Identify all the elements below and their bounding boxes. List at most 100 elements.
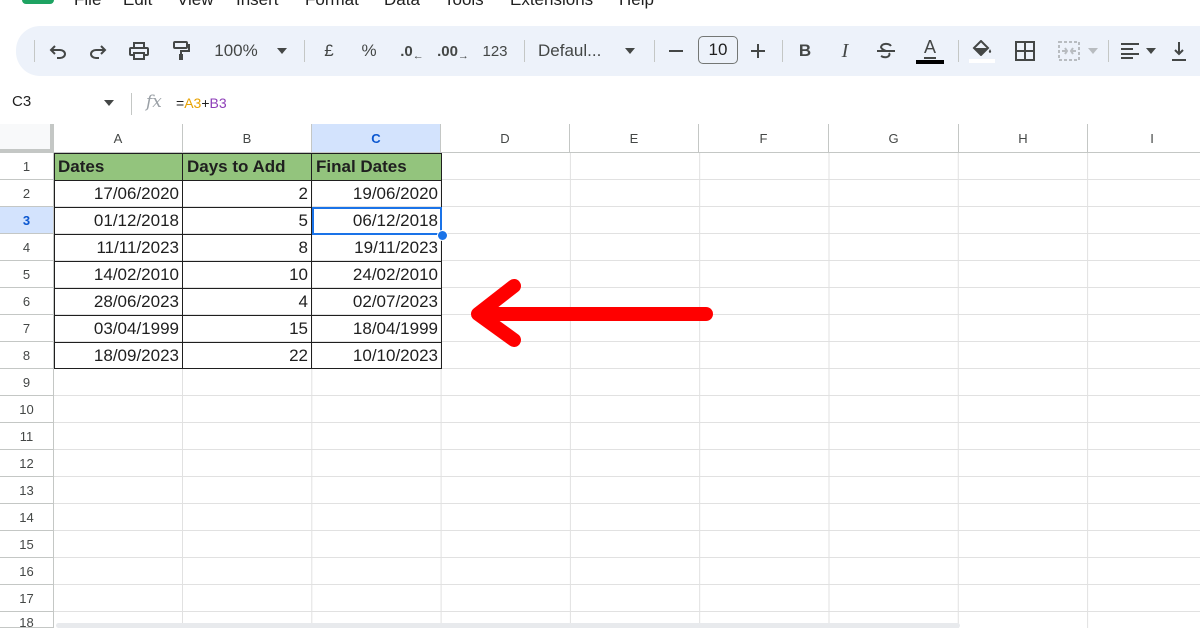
column-header-c[interactable]: C — [312, 124, 441, 153]
formula-operator: + — [201, 95, 210, 111]
cell-b1[interactable]: Days to Add — [183, 153, 312, 180]
menu-format[interactable]: Format — [305, 0, 359, 10]
cell-a6[interactable]: 28/06/2023 — [54, 288, 183, 315]
text-color-button[interactable]: A — [914, 26, 946, 76]
menu-view[interactable]: View — [177, 0, 214, 10]
row-header[interactable]: 12 — [0, 450, 54, 477]
menu-extensions[interactable]: Extensions — [510, 0, 593, 10]
row-header[interactable]: 16 — [0, 558, 54, 585]
menu-edit[interactable]: Edit — [123, 0, 152, 10]
more-formats-button[interactable]: 123 — [479, 26, 511, 76]
chevron-down-icon[interactable] — [104, 100, 114, 106]
row-header[interactable]: 18 — [0, 612, 54, 630]
cell-c7[interactable]: 18/04/1999 — [312, 315, 442, 342]
column-headers: A B C D E F G H I — [0, 124, 1200, 153]
chevron-down-icon[interactable] — [1086, 26, 1100, 76]
increase-decimal-label: .00 — [437, 42, 458, 60]
horizontal-align-icon[interactable] — [1118, 26, 1142, 76]
row-header[interactable]: 7 — [0, 315, 54, 342]
column-header-e[interactable]: E — [570, 124, 699, 153]
print-icon[interactable] — [126, 26, 152, 76]
cell-b4[interactable]: 8 — [183, 234, 312, 261]
currency-format-button[interactable]: £ — [318, 26, 340, 76]
row-header[interactable]: 9 — [0, 369, 54, 396]
borders-icon[interactable] — [1012, 26, 1038, 76]
menu-file[interactable]: File — [74, 0, 101, 10]
merge-cells-icon[interactable] — [1056, 26, 1082, 76]
arrow-right-icon: → — [457, 50, 469, 62]
chevron-down-icon[interactable] — [274, 26, 290, 76]
cell-a5[interactable]: 14/02/2010 — [54, 261, 183, 288]
fill-handle[interactable] — [437, 230, 448, 241]
decrease-decimal-button[interactable]: .0 ← — [397, 26, 427, 76]
cell-a1[interactable]: Dates — [54, 153, 183, 180]
fill-color-icon[interactable] — [968, 26, 996, 76]
cell-a3[interactable]: 01/12/2018 — [54, 207, 183, 234]
cell-a8[interactable]: 18/09/2023 — [54, 342, 183, 369]
cell-c6[interactable]: 02/07/2023 — [312, 288, 442, 315]
menu-help[interactable]: Help — [619, 0, 654, 10]
cell-c1[interactable]: Final Dates — [312, 153, 442, 180]
decrease-font-size-icon[interactable] — [666, 26, 686, 76]
zoom-select[interactable]: 100% — [210, 26, 262, 76]
annotation-arrow-icon — [471, 279, 713, 347]
row-header[interactable]: 15 — [0, 531, 54, 558]
row-header[interactable]: 5 — [0, 261, 54, 288]
row-header[interactable]: 13 — [0, 477, 54, 504]
bold-button[interactable]: B — [794, 26, 816, 76]
row-header[interactable]: 2 — [0, 180, 54, 207]
italic-button[interactable]: I — [834, 26, 856, 76]
undo-icon[interactable] — [46, 26, 70, 76]
column-header-g[interactable]: G — [829, 124, 959, 153]
font-select[interactable]: Defaul... — [538, 26, 614, 76]
text-color-swatch — [916, 60, 944, 64]
row-header[interactable]: 4 — [0, 234, 54, 261]
cell-b7[interactable]: 15 — [183, 315, 312, 342]
strikethrough-icon[interactable] — [874, 26, 898, 76]
cell-c4[interactable]: 19/11/2023 — [312, 234, 442, 261]
cell-c5[interactable]: 24/02/2010 — [312, 261, 442, 288]
cell-a4[interactable]: 11/11/2023 — [54, 234, 183, 261]
cell-c2[interactable]: 19/06/2020 — [312, 180, 442, 207]
cell-a7[interactable]: 03/04/1999 — [54, 315, 183, 342]
cell-a2[interactable]: 17/06/2020 — [54, 180, 183, 207]
redo-icon[interactable] — [86, 26, 110, 76]
chevron-down-icon[interactable] — [1144, 26, 1158, 76]
column-header-d[interactable]: D — [441, 124, 570, 153]
cell-b5[interactable]: 10 — [183, 261, 312, 288]
row-header[interactable]: 3 — [0, 207, 54, 234]
toolbar: 100% £ % .0 ← .00 → 123 Defaul... 10 B I A — [16, 26, 1200, 76]
font-size-input[interactable]: 10 — [698, 36, 738, 64]
name-box[interactable]: C3 — [12, 93, 31, 110]
paint-format-icon[interactable] — [168, 26, 194, 76]
cell-b8[interactable]: 22 — [183, 342, 312, 369]
row-header[interactable]: 11 — [0, 423, 54, 450]
row-header[interactable]: 14 — [0, 504, 54, 531]
column-header-h[interactable]: H — [959, 124, 1088, 153]
chevron-down-icon[interactable] — [622, 26, 638, 76]
menu-tools[interactable]: Tools — [444, 0, 484, 10]
cell-b3[interactable]: 5 — [183, 207, 312, 234]
horizontal-scrollbar[interactable] — [56, 623, 960, 628]
vertical-align-icon[interactable] — [1168, 26, 1190, 76]
menu-insert[interactable]: Insert — [236, 0, 279, 10]
row-header[interactable]: 10 — [0, 396, 54, 423]
column-header-f[interactable]: F — [699, 124, 829, 153]
cell-b2[interactable]: 2 — [183, 180, 312, 207]
increase-font-size-icon[interactable] — [748, 26, 768, 76]
sheets-logo[interactable] — [22, 0, 54, 4]
cell-c8[interactable]: 10/10/2023 — [312, 342, 442, 369]
column-header-b[interactable]: B — [183, 124, 312, 153]
row-header[interactable]: 8 — [0, 342, 54, 369]
column-header-i[interactable]: I — [1088, 124, 1200, 153]
cell-b6[interactable]: 4 — [183, 288, 312, 315]
row-header[interactable]: 17 — [0, 585, 54, 612]
menu-data[interactable]: Data — [384, 0, 420, 10]
percent-format-button[interactable]: % — [358, 26, 380, 76]
row-header[interactable]: 6 — [0, 288, 54, 315]
column-header-a[interactable]: A — [54, 124, 183, 153]
increase-decimal-button[interactable]: .00 → — [436, 26, 470, 76]
row-header[interactable]: 1 — [0, 153, 54, 180]
formula-input[interactable]: =A3+B3 — [176, 95, 227, 111]
formula-equals: = — [176, 95, 185, 111]
